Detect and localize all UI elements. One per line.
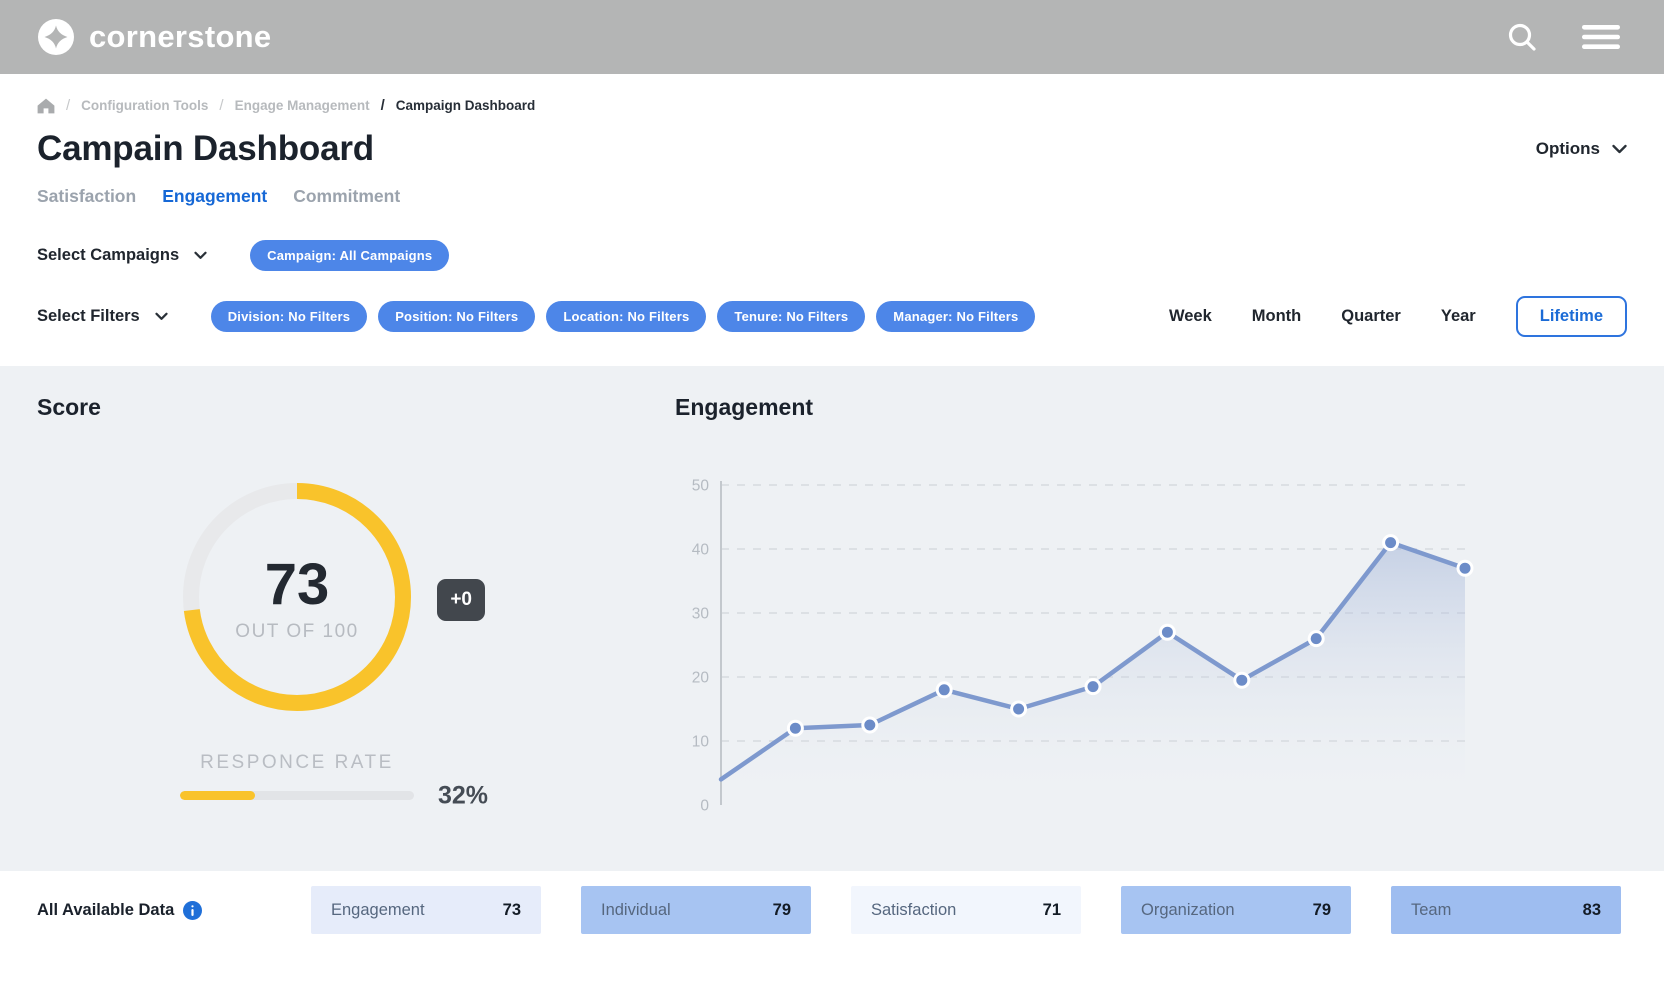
time-range-options: Week Month Quarter Year bbox=[1169, 307, 1476, 326]
data-point bbox=[1384, 536, 1398, 550]
summary-card-individual[interactable]: Individual 79 bbox=[581, 886, 811, 934]
options-dropdown[interactable]: Options bbox=[1536, 139, 1627, 159]
filter-pill-manager[interactable]: Manager: No Filters bbox=[876, 301, 1035, 332]
data-point bbox=[1012, 702, 1026, 716]
info-icon[interactable] bbox=[183, 901, 202, 920]
svg-text:10: 10 bbox=[692, 734, 710, 751]
response-rate-percent: 32% bbox=[438, 781, 488, 810]
chevron-down-icon bbox=[155, 312, 168, 321]
score-section: Score 73 OUT OF 100 +0 RESPONCE RATE 32% bbox=[37, 394, 557, 871]
response-rate-fill bbox=[180, 791, 255, 800]
summary-row: All Available Data Engagement 73 Individua… bbox=[37, 886, 1627, 934]
svg-text:0: 0 bbox=[700, 798, 709, 815]
app-bar: cornerstone bbox=[0, 0, 1664, 74]
tab-satisfaction[interactable]: Satisfaction bbox=[37, 186, 136, 207]
all-available-data-label: All Available Data bbox=[37, 901, 174, 920]
score-value: 73 bbox=[265, 556, 330, 614]
home-icon[interactable] bbox=[37, 98, 55, 114]
response-rate-track bbox=[180, 791, 414, 800]
engagement-chart-title: Engagement bbox=[675, 394, 1487, 421]
data-point bbox=[937, 683, 951, 697]
time-range-week[interactable]: Week bbox=[1169, 307, 1212, 326]
data-point bbox=[1086, 680, 1100, 694]
appbar-actions bbox=[1506, 21, 1622, 53]
card-value: 73 bbox=[503, 901, 521, 920]
breadcrumb-separator: / bbox=[66, 97, 70, 114]
card-value: 83 bbox=[1583, 901, 1601, 920]
page-title: Campain Dashboard bbox=[37, 129, 374, 169]
campaign-filter-pill[interactable]: Campaign: All Campaigns bbox=[250, 240, 449, 271]
engagement-line-chart: 0 10 20 30 40 50 bbox=[675, 473, 1487, 818]
data-point bbox=[788, 721, 802, 735]
search-icon[interactable] bbox=[1506, 21, 1538, 53]
card-label: Organization bbox=[1141, 901, 1235, 920]
brand-name: cornerstone bbox=[89, 19, 271, 55]
svg-text:30: 30 bbox=[692, 606, 710, 623]
options-label: Options bbox=[1536, 139, 1600, 159]
data-point bbox=[1235, 673, 1249, 687]
tab-engagement[interactable]: Engagement bbox=[162, 186, 267, 207]
filter-pills: Division: No Filters Position: No Filters… bbox=[211, 301, 1036, 332]
data-point bbox=[1309, 632, 1323, 646]
filter-pill-tenure[interactable]: Tenure: No Filters bbox=[717, 301, 865, 332]
breadcrumb-item-campaign-dashboard: Campaign Dashboard bbox=[396, 98, 536, 113]
breadcrumb-item-configuration-tools[interactable]: Configuration Tools bbox=[81, 98, 208, 113]
data-point bbox=[1160, 625, 1174, 639]
breadcrumb-separator: / bbox=[219, 97, 223, 114]
summary-cards: Engagement 73 Individual 79 Satisfaction 71 Or… bbox=[311, 886, 1621, 934]
summary-card-satisfaction[interactable]: Satisfaction 71 bbox=[851, 886, 1081, 934]
all-available-data: All Available Data bbox=[37, 901, 311, 920]
select-filters-dropdown[interactable]: Select Filters bbox=[37, 307, 168, 326]
campaign-dashboard-page: cornerstone bbox=[0, 0, 1664, 1006]
time-range-lifetime-button[interactable]: Lifetime bbox=[1516, 296, 1627, 337]
breadcrumb: / Configuration Tools / Engage Managemen… bbox=[37, 97, 1627, 114]
summary-card-organization[interactable]: Organization 79 bbox=[1121, 886, 1351, 934]
card-value: 79 bbox=[773, 901, 791, 920]
dashboard-panel: Score 73 OUT OF 100 +0 RESPONCE RATE 32% bbox=[0, 366, 1664, 871]
card-value: 71 bbox=[1043, 901, 1061, 920]
response-rate-label: RESPONCE RATE bbox=[37, 752, 557, 774]
filter-row: Select Filters Division: No Filters Posit… bbox=[37, 296, 1627, 337]
card-label: Engagement bbox=[331, 901, 425, 920]
breadcrumb-separator: / bbox=[381, 97, 385, 114]
time-range-year[interactable]: Year bbox=[1441, 307, 1476, 326]
tab-commitment[interactable]: Commitment bbox=[293, 186, 400, 207]
card-label: Satisfaction bbox=[871, 901, 956, 920]
time-range-month[interactable]: Month bbox=[1252, 307, 1301, 326]
engagement-chart-section: Engagement 0 10 20 30 40 50 bbox=[675, 394, 1487, 871]
score-heading: Score bbox=[37, 394, 557, 421]
score-delta-badge: +0 bbox=[437, 579, 485, 621]
cornerstone-logo-icon bbox=[38, 19, 74, 55]
time-range-group: Week Month Quarter Year Lifetime bbox=[1169, 296, 1627, 337]
card-label: Individual bbox=[601, 901, 671, 920]
select-filters-label: Select Filters bbox=[37, 307, 140, 326]
svg-text:20: 20 bbox=[692, 670, 710, 687]
score-gauge: 73 OUT OF 100 +0 bbox=[183, 483, 411, 716]
response-rate-bar: 32% bbox=[180, 791, 414, 800]
chevron-down-icon bbox=[1612, 144, 1627, 154]
svg-text:40: 40 bbox=[692, 542, 710, 559]
breadcrumb-item-engage-management[interactable]: Engage Management bbox=[235, 98, 370, 113]
filter-pill-position[interactable]: Position: No Filters bbox=[378, 301, 535, 332]
summary-card-engagement[interactable]: Engagement 73 bbox=[311, 886, 541, 934]
filter-pill-location[interactable]: Location: No Filters bbox=[546, 301, 706, 332]
chevron-down-icon bbox=[194, 251, 207, 260]
card-value: 79 bbox=[1313, 901, 1331, 920]
data-point bbox=[863, 718, 877, 732]
hamburger-menu-icon[interactable] bbox=[1580, 23, 1622, 51]
svg-text:50: 50 bbox=[692, 478, 710, 495]
time-range-quarter[interactable]: Quarter bbox=[1341, 307, 1401, 326]
select-campaigns-label: Select Campaigns bbox=[37, 246, 179, 265]
tabs: Satisfaction Engagement Commitment bbox=[37, 186, 1627, 207]
select-campaigns-dropdown[interactable]: Select Campaigns bbox=[37, 246, 207, 265]
card-label: Team bbox=[1411, 901, 1451, 920]
data-point bbox=[1458, 561, 1472, 575]
summary-card-team[interactable]: Team 83 bbox=[1391, 886, 1621, 934]
score-max-label: OUT OF 100 bbox=[235, 621, 358, 643]
brand-logo[interactable]: cornerstone bbox=[38, 19, 271, 55]
filter-pill-division[interactable]: Division: No Filters bbox=[211, 301, 367, 332]
campaign-selector-row: Select Campaigns Campaign: All Campaigns bbox=[37, 240, 1627, 271]
